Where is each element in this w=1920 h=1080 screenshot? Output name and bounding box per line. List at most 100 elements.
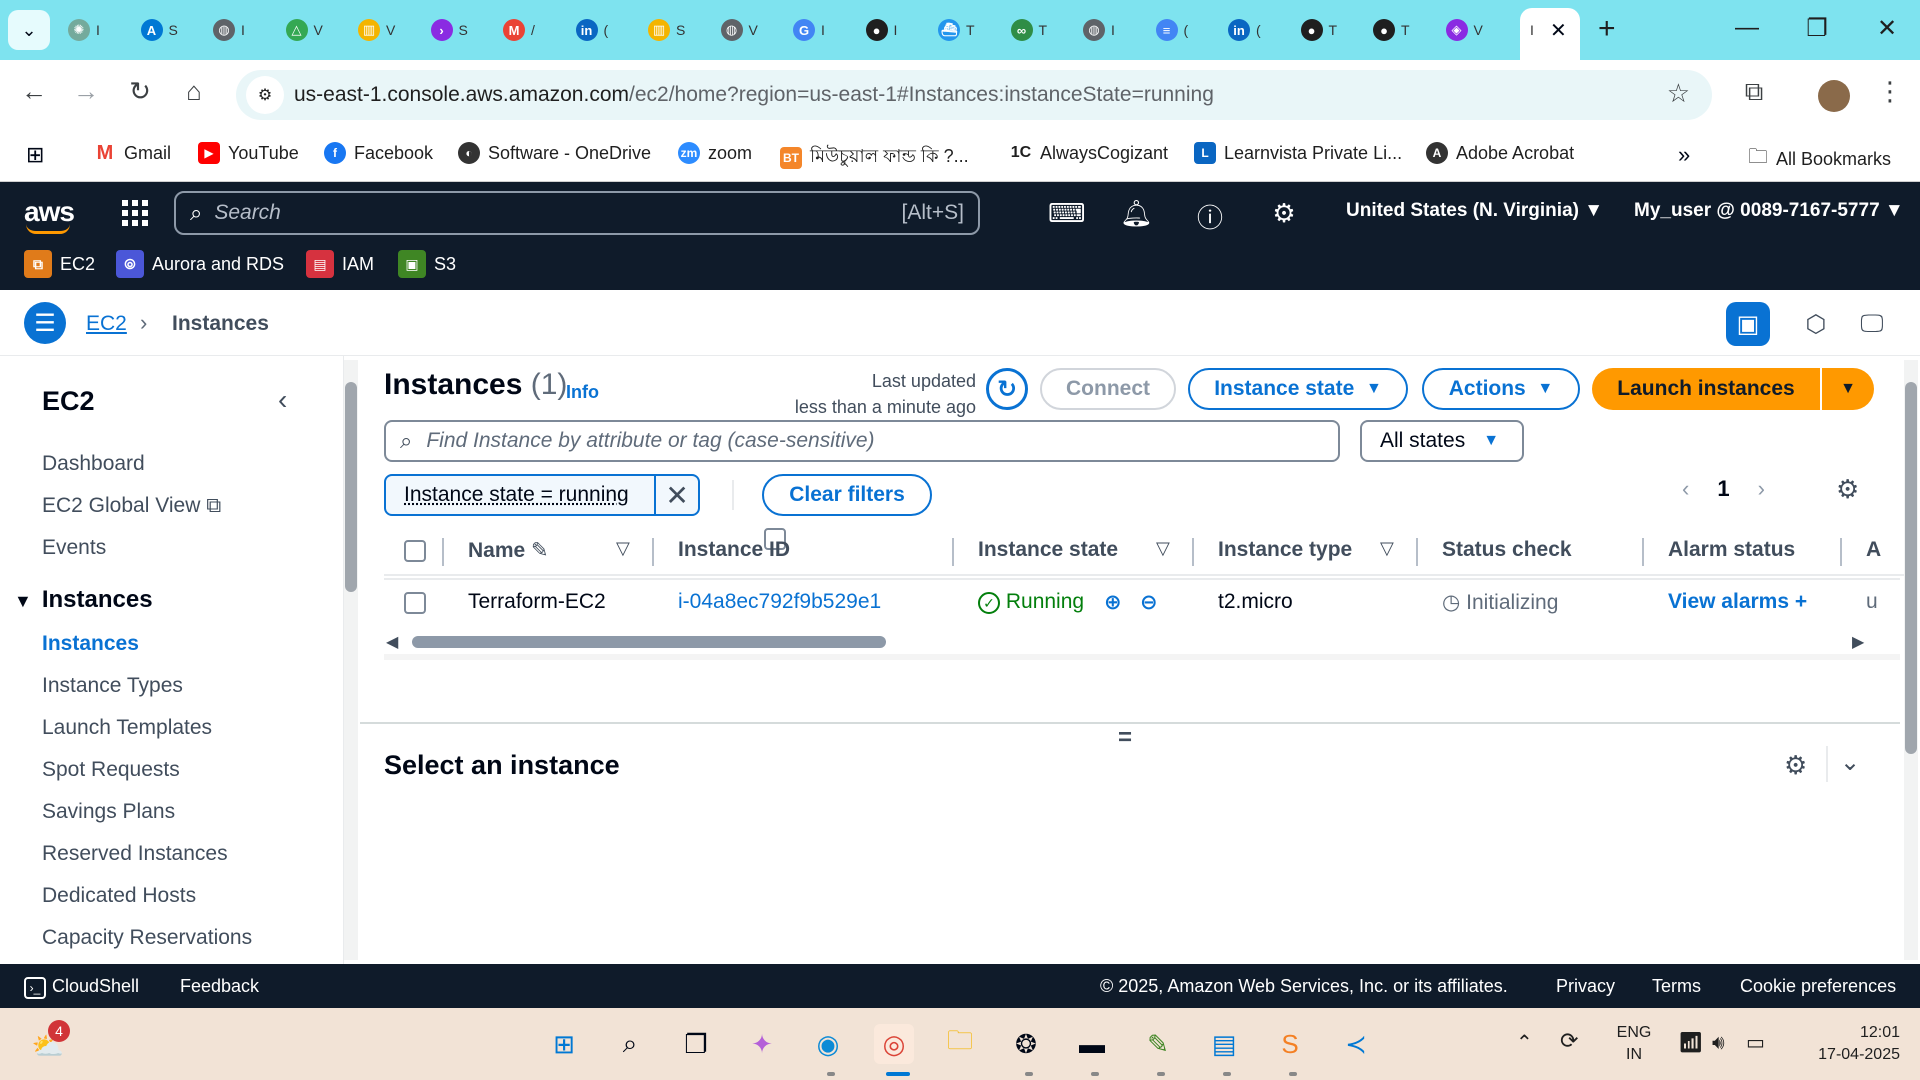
chatgpt-icon[interactable]: ❂ — [1006, 1024, 1046, 1064]
column-instance-id[interactable]: Instance ID — [678, 538, 790, 562]
hamburger-menu-icon[interactable]: ☰ — [24, 302, 66, 344]
browser-tab[interactable]: ∞ T — [1010, 12, 1047, 48]
browser-tab[interactable]: ⛴ T — [938, 12, 975, 48]
tab-close-icon[interactable]: ✕ — [1550, 18, 1567, 43]
copilot-icon[interactable]: ✦ — [742, 1024, 782, 1064]
cell-instance-id-link[interactable]: i-04a8ec792f9b529e1 — [678, 590, 881, 614]
row-checkbox[interactable] — [404, 592, 426, 614]
sidenav-item-events[interactable]: Events — [42, 536, 106, 560]
chevron-left-icon[interactable]: ‹ — [278, 384, 287, 416]
wifi-icon[interactable]: 📶︎ — [1678, 1032, 1703, 1054]
sync-icon[interactable]: ⟳ — [1560, 1030, 1578, 1052]
sidenav-item-instances[interactable]: Instances — [42, 632, 139, 656]
column-a[interactable]: A — [1866, 538, 1881, 562]
sidenav-item-dashboard[interactable]: Dashboard — [42, 452, 145, 476]
sidenav-item-instance-types[interactable]: Instance Types — [42, 674, 183, 698]
back-arrow-icon[interactable]: ← — [16, 76, 52, 107]
sidenav-item-savings-plans[interactable]: Savings Plans — [42, 800, 175, 824]
column-name[interactable]: Name ✎ — [468, 538, 549, 563]
launch-instances-button[interactable]: Launch instances — [1592, 368, 1820, 410]
bookmark-facebook[interactable]: f Facebook — [324, 142, 433, 164]
home-icon[interactable]: ⌂ — [176, 76, 212, 107]
restore-button[interactable]: ❐ — [1802, 14, 1832, 43]
favorite-ec2[interactable]: ⧉ EC2 — [24, 250, 95, 278]
browser-tab[interactable]: GI — [793, 12, 825, 48]
table-settings-gear-icon[interactable]: ⚙ — [1836, 474, 1859, 505]
site-info-icon[interactable]: ⚙ — [246, 76, 284, 114]
browser-tab[interactable]: ● T — [1300, 12, 1337, 48]
hexagon-icon[interactable]: ⬡ — [1796, 304, 1836, 344]
panel-toggle-icon[interactable]: ▣ — [1726, 302, 1770, 346]
scroll-right-icon[interactable]: ▶ — [1852, 632, 1864, 652]
aws-search-input[interactable]: ⌕ Search [Alt+S] — [174, 191, 980, 235]
info-link[interactable]: Info — [566, 382, 599, 403]
clock[interactable]: 12:01 17-04-2025 — [1790, 1022, 1900, 1066]
browser-tab[interactable]: ✺ I — [68, 12, 100, 48]
bookmark-youtube[interactable]: ▶ YouTube — [198, 142, 299, 164]
help-icon[interactable]: ⓘ — [1194, 198, 1226, 235]
column-status-check[interactable]: Status check — [1442, 538, 1572, 562]
chrome-icon[interactable]: ◎ — [874, 1024, 914, 1064]
column-filter-caret-icon[interactable]: ▽ — [1380, 538, 1394, 559]
instance-state-button[interactable]: Instance state ▼ — [1188, 368, 1408, 410]
column-alarm-status[interactable]: Alarm status — [1668, 538, 1795, 562]
sidenav-group-instances[interactable]: ▼ Instances — [14, 586, 153, 614]
image-editor-icon[interactable]: ✎ — [1138, 1024, 1178, 1064]
split-panel-gear-icon[interactable]: ⚙ — [1784, 750, 1807, 781]
main-scrollbar-thumb[interactable] — [1905, 382, 1917, 754]
all-bookmarks[interactable]: 🗀 All Bookmarks — [1748, 142, 1891, 176]
browser-tab[interactable]: ◈ V — [1445, 12, 1483, 48]
taskbar-search-icon[interactable]: ⌕ — [610, 1024, 650, 1064]
sidenav-item-launch-templates[interactable]: Launch Templates — [42, 716, 212, 740]
reload-icon[interactable]: ↻ — [122, 76, 158, 107]
sidenav-item-global-view[interactable]: EC2 Global View ⧉ — [42, 494, 221, 518]
edge-icon[interactable]: ◉ — [808, 1024, 848, 1064]
state-filter-select[interactable]: All states ▼ — [1360, 420, 1524, 462]
notifications-bell-icon[interactable]: 🔔︎ — [1120, 198, 1153, 229]
horizontal-scrollbar-thumb[interactable] — [412, 636, 886, 648]
bookmark-zoom[interactable]: zm zoom — [678, 142, 752, 164]
privacy-link[interactable]: Privacy — [1556, 976, 1615, 997]
profile-avatar[interactable] — [1818, 80, 1850, 112]
language-indicator[interactable]: ENG IN — [1614, 1022, 1654, 1066]
more-bookmarks-icon[interactable]: » — [1678, 142, 1690, 168]
minimize-button[interactable]: — — [1732, 14, 1762, 42]
notepad-icon[interactable]: ▤ — [1204, 1024, 1244, 1064]
browser-tab[interactable]: ◍ V — [720, 12, 758, 48]
instance-search-input[interactable]: ⌕ Find Instance by attribute or tag (cas… — [384, 420, 1340, 462]
split-panel-handle-icon[interactable]: = — [1118, 724, 1132, 752]
actions-button[interactable]: Actions ▼ — [1422, 368, 1580, 410]
column-instance-type[interactable]: Instance type — [1218, 538, 1352, 562]
cloudshell-link[interactable]: ›_ CloudShell — [24, 976, 139, 999]
filter-token-label[interactable]: Instance state = running — [386, 483, 654, 507]
column-filter-caret-icon[interactable]: ▽ — [1156, 538, 1170, 559]
column-filter-caret-icon[interactable]: ▽ — [616, 538, 630, 559]
cloudshell-icon[interactable]: ⌨ — [1048, 198, 1086, 229]
browser-tab[interactable]: ▥ S — [648, 12, 685, 48]
windows-start-icon[interactable]: ⊞ — [544, 1024, 584, 1064]
bookmark-gmail[interactable]: M Gmail — [94, 142, 171, 164]
browser-menu-icon[interactable]: ⋮ — [1872, 76, 1908, 107]
new-tab-button[interactable]: + — [1598, 12, 1616, 46]
favorite-iam[interactable]: ▤ IAM — [306, 250, 374, 278]
browser-tab[interactable]: › S — [430, 12, 468, 48]
settings-gear-icon[interactable]: ⚙ — [1268, 198, 1300, 229]
page-prev-icon[interactable]: ‹ — [1682, 476, 1689, 502]
chevron-down-icon[interactable]: ⌄ — [1840, 748, 1860, 777]
browser-tab[interactable]: △ V — [285, 12, 323, 48]
cookie-preferences-link[interactable]: Cookie preferences — [1740, 976, 1896, 997]
sidenav-item-spot-requests[interactable]: Spot Requests — [42, 758, 180, 782]
apps-grid-icon[interactable]: ⊞ — [26, 142, 44, 168]
vscode-icon[interactable]: ≺ — [1336, 1024, 1376, 1064]
display-settings-icon[interactable]: 🖵 — [1852, 304, 1892, 344]
sidenav-item-capacity-reservations[interactable]: Capacity Reservations — [42, 926, 252, 950]
battery-icon[interactable]: ▭ — [1746, 1032, 1765, 1054]
forward-arrow-icon[interactable]: → — [68, 76, 104, 107]
region-selector[interactable]: United States (N. Virginia) ▼ — [1346, 200, 1603, 222]
tray-overflow-icon[interactable]: ⌃ — [1516, 1032, 1533, 1054]
browser-tab[interactable]: ◍ I — [213, 12, 245, 48]
bookmark-star-icon[interactable]: ☆ — [1667, 78, 1690, 109]
page-number[interactable]: 1 — [1717, 476, 1729, 502]
bookmark-alwayscogizant[interactable]: 1C AlwaysCogizant — [1010, 142, 1168, 164]
task-view-icon[interactable]: ❐ — [676, 1024, 716, 1064]
